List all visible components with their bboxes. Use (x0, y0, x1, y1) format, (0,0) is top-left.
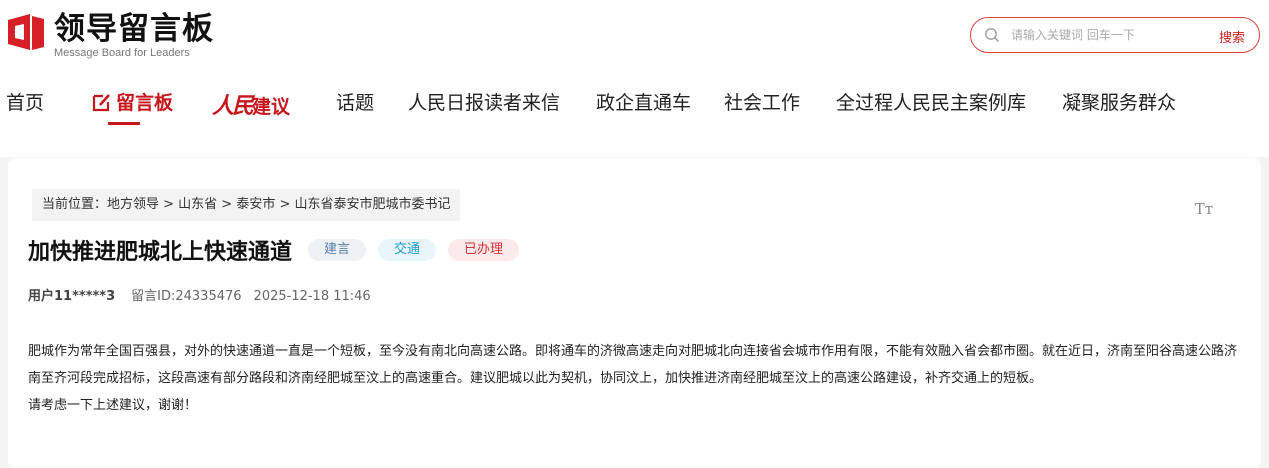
nav-people-suggestions-script: 人民 (212, 93, 254, 119)
nav-people-suggestions[interactable]: 人民建议 (212, 88, 290, 120)
message-meta: 用户11*****3 留言ID:24335476 2025-12-18 11:46 (28, 285, 371, 304)
edit-icon (92, 94, 110, 112)
nav-democracy-cases[interactable]: 全过程人民民主案例库 (836, 88, 1026, 115)
status-badge: 已办理 (448, 239, 520, 261)
message-id: 留言ID:24335476 (131, 289, 242, 304)
search-icon (985, 28, 999, 42)
header: 领导留言板 Message Board for Leaders 搜索 首页 留言… (0, 0, 1269, 157)
message-card: 当前位置：地方领导 > 山东省 > 泰安市 > 山东省泰安市肥城市委书记 Tт … (8, 158, 1261, 468)
nav-message-board-label: 留言板 (116, 92, 174, 114)
tag-traffic[interactable]: 交通 (378, 239, 437, 261)
nav-topics[interactable]: 话题 (336, 88, 374, 115)
breadcrumb: 当前位置：地方领导 > 山东省 > 泰安市 > 山东省泰安市肥城市委书记 (32, 189, 461, 221)
nav-social-work[interactable]: 社会工作 (724, 88, 800, 115)
message-datetime: 2025-12-18 11:46 (253, 289, 371, 304)
search-button[interactable]: 搜索 (1219, 27, 1245, 46)
search-input[interactable] (1011, 24, 1181, 46)
page-title: 加快推进肥城北上快速通道 (28, 240, 293, 265)
nav-people-suggestions-rest: 建议 (252, 96, 291, 118)
nav-serve-masses[interactable]: 凝聚服务群众 (1062, 88, 1176, 115)
logo-title: 领导留言板 (54, 11, 214, 47)
nav-home[interactable]: 首页 (6, 88, 44, 115)
logo-icon (6, 12, 46, 52)
author-name: 用户11*****3 (28, 289, 116, 304)
message-closing: 请考虑一下上述建议，谢谢！ (28, 398, 198, 413)
font-size-icon[interactable]: Tт (1195, 200, 1213, 218)
nav-gov-business[interactable]: 政企直通车 (596, 88, 691, 115)
nav-message-board[interactable]: 留言板 (92, 88, 174, 125)
message-paragraph: 肥城作为常年全国百强县，对外的快速通道一直是一个短板，至今没有南北向高速公路。即… (28, 344, 1238, 386)
title-row: 加快推进肥城北上快速通道 建言 交通 已办理 (28, 234, 531, 266)
active-tab-indicator (108, 122, 140, 125)
search-box: 搜索 (970, 17, 1260, 53)
message-body: 肥城作为常年全国百强县，对外的快速通道一直是一个短板，至今没有南北向高速公路。即… (28, 338, 1240, 419)
site-logo[interactable]: 领导留言板 Message Board for Leaders (6, 12, 214, 59)
logo-subtitle: Message Board for Leaders (54, 47, 190, 59)
nav-reader-letters[interactable]: 人民日报读者来信 (408, 88, 560, 115)
tag-suggestion[interactable]: 建言 (308, 239, 367, 261)
